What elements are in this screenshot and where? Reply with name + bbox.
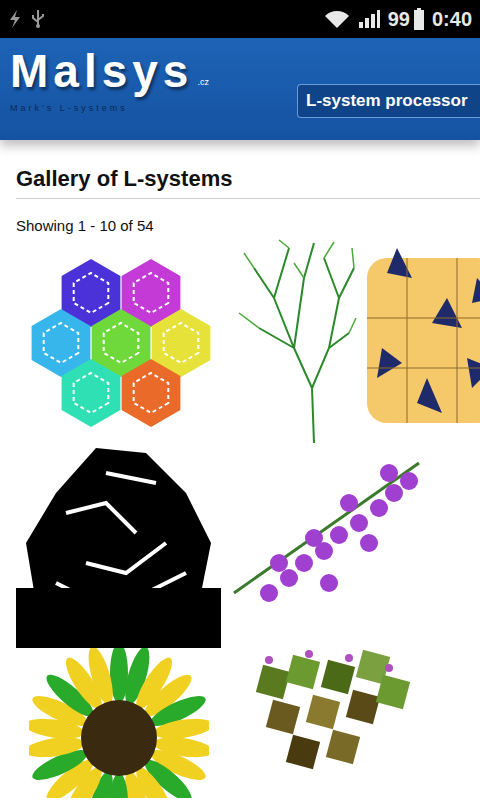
site-header: Malsys .cz Mark's L-systems L-system pro…: [0, 38, 480, 140]
tagline: Mark's L-systems: [10, 103, 297, 113]
thumbnail[interactable]: [16, 238, 226, 443]
gallery: [16, 238, 480, 798]
thumbnail[interactable]: [229, 443, 429, 648]
logo[interactable]: Malsys .cz Mark's L-systems: [10, 38, 297, 113]
hexagon-curve-icon: [16, 238, 226, 443]
thumbnail[interactable]: [16, 648, 221, 798]
logo-text[interactable]: Malsys: [10, 46, 193, 97]
thumbnail[interactable]: [367, 238, 480, 443]
battery-icon: [414, 8, 424, 30]
gosper-curve-icon: [16, 443, 221, 648]
lavender-icon: [229, 443, 429, 648]
thumbnail[interactable]: [16, 443, 221, 648]
thumbnail[interactable]: [229, 648, 429, 798]
wifi-icon: [324, 9, 350, 29]
signal-icon: [358, 9, 380, 29]
page: 99 0:40 Malsys .cz Mark's L-systems L-sy…: [0, 0, 480, 800]
clock: 0:40: [432, 8, 472, 31]
tree-icon: [234, 238, 359, 443]
gallery-title: Gallery of L-systems: [16, 166, 480, 199]
result-count: Showing 1 - 10 of 54: [16, 217, 480, 234]
status-bar: 99 0:40: [0, 0, 480, 38]
penrose-tiling-icon: [367, 238, 480, 443]
logo-suffix: .cz: [197, 77, 209, 87]
usb-icon: [30, 9, 46, 29]
nav-button[interactable]: L-system processor: [297, 84, 480, 118]
battery-level: 99: [388, 8, 410, 31]
charging-icon: [8, 10, 22, 28]
content: Gallery of L-systems Showing 1 - 10 of 5…: [0, 140, 480, 798]
bush-icon: [239, 648, 419, 798]
thumbnail[interactable]: [234, 238, 359, 443]
sunflower-icon: [29, 648, 209, 798]
